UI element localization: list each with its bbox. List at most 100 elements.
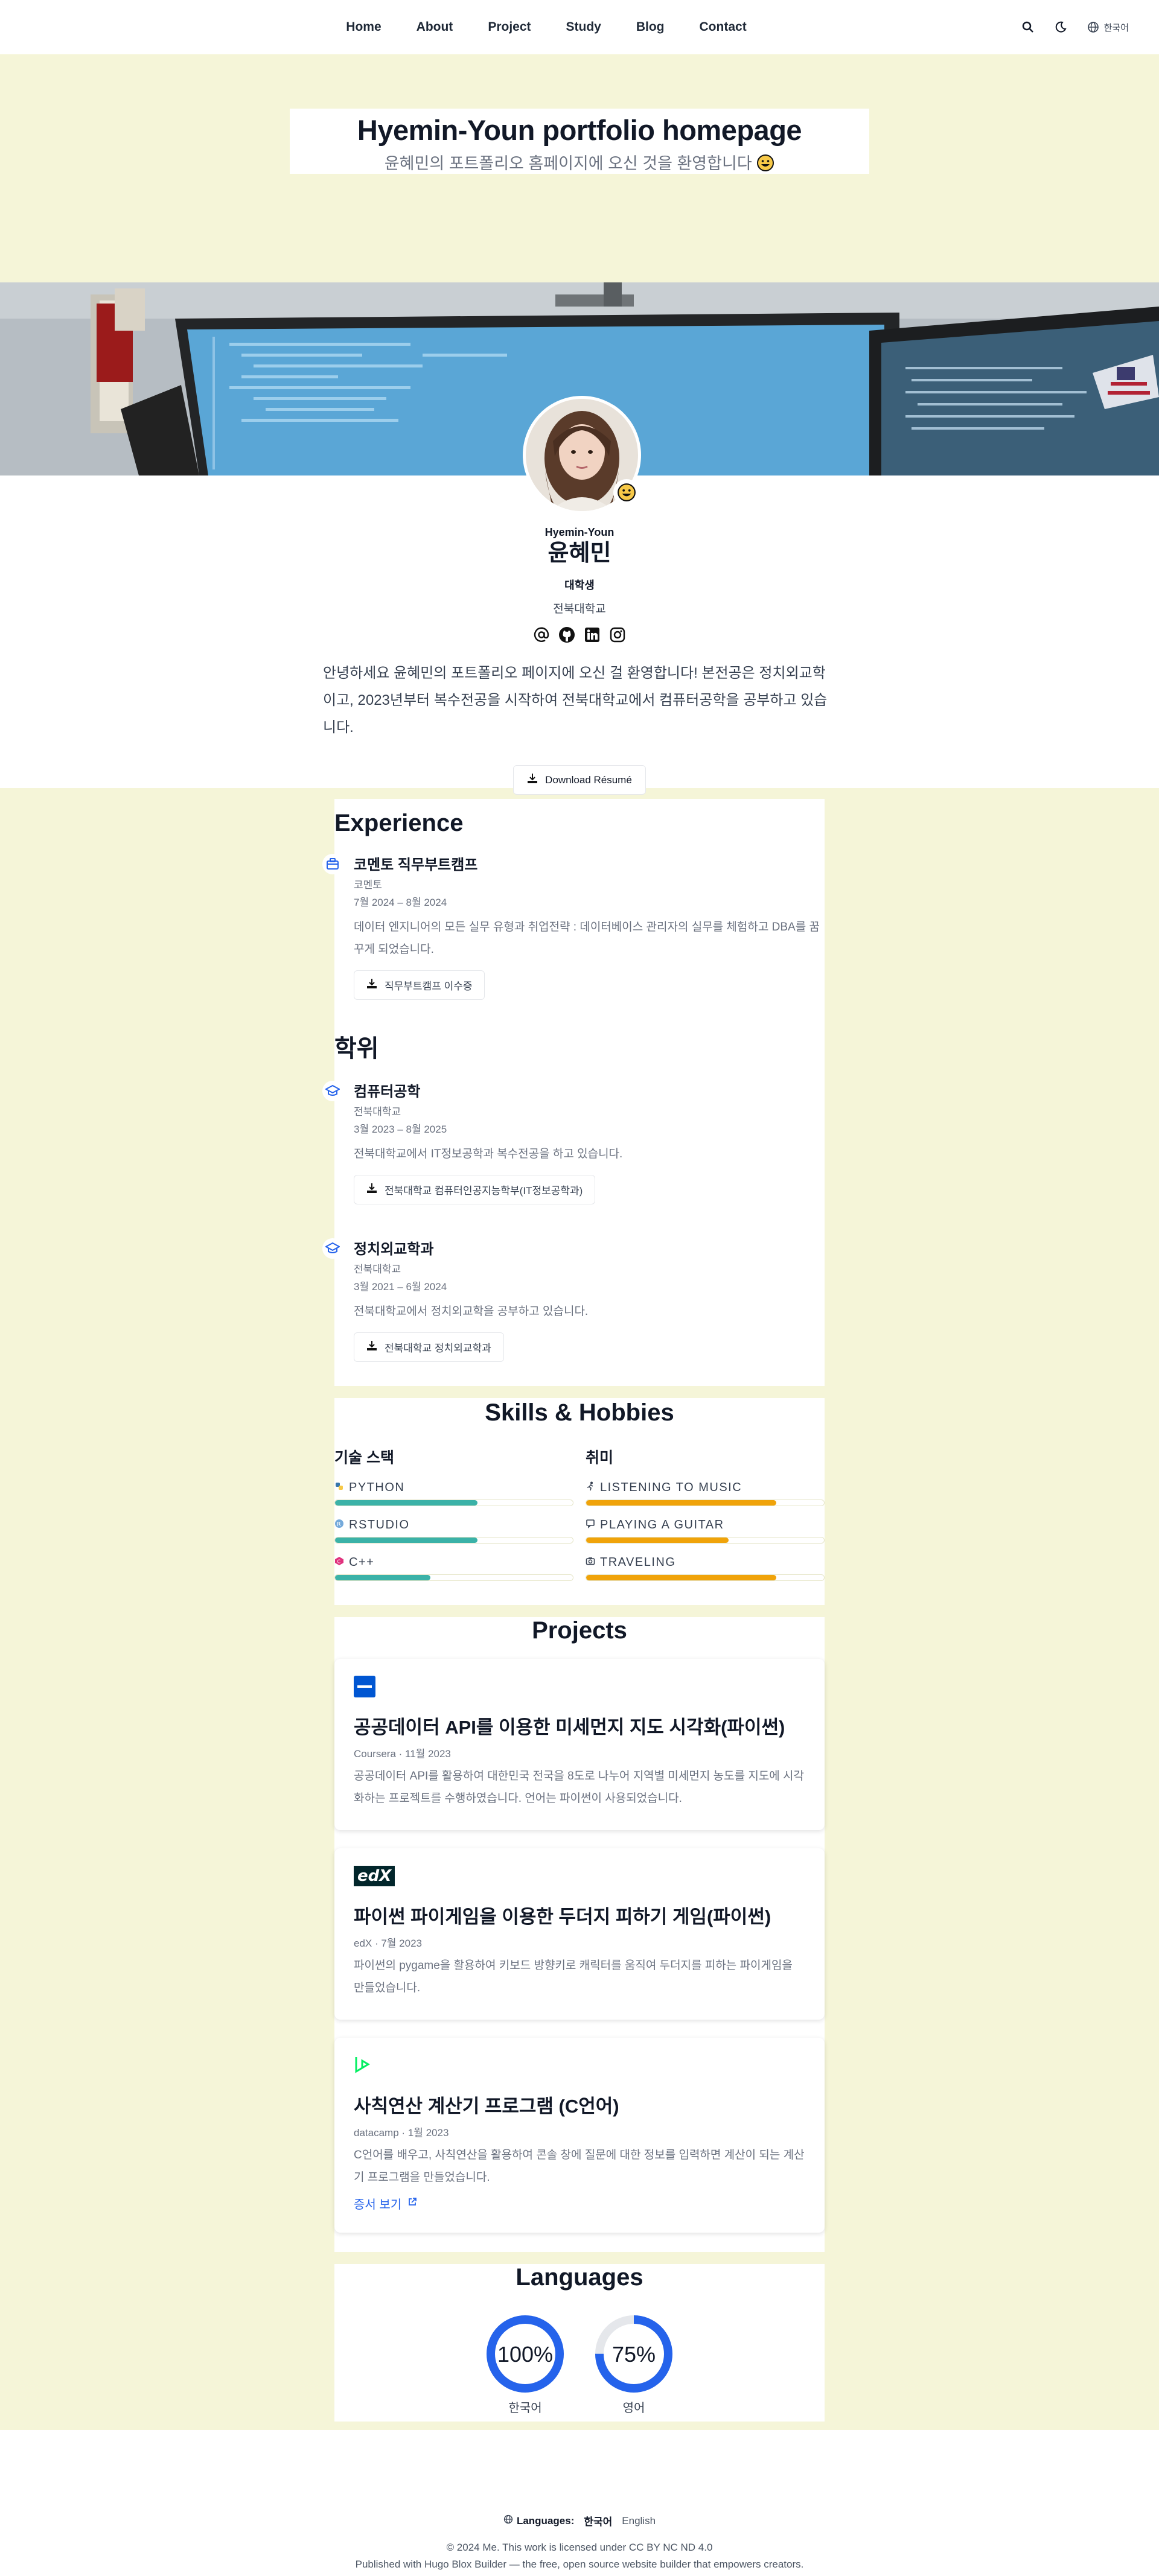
svg-text:C: C [337,1559,341,1565]
project-title: 공공데이터 API를 이용한 미세먼지 지도 시각화(파이썬) [354,1717,785,1738]
project-card[interactable]: edX 파이썬 파이게임을 이용한 두더지 피하기 게임(파이썬) edX · … [334,1848,825,2020]
datacamp-logo-icon [354,2055,805,2076]
projects-section: Projects 공공데이터 API를 이용한 미세먼지 지도 시각화(파이썬)… [334,1617,825,2252]
education-item: 정치외교학과 전북대학교 3월 2021 – 6월 2024 전북대학교에서 정… [322,1237,825,1362]
project-card[interactable]: 사칙연산 계산기 프로그램 (C언어) datacamp · 1월 2023 C… [334,2038,825,2233]
edx-logo-text: edX [354,1866,395,1886]
experience-title: 코멘토 직무부트캠프 [354,857,478,873]
language-switcher[interactable]: 한국어 [1087,21,1129,34]
download-resume-button[interactable]: Download Résumé [513,765,646,795]
project-meta: datacamp · 1월 2023 [354,2127,449,2139]
globe-icon [503,2514,513,2527]
skill-level-bar [335,1500,478,1506]
message-icon [586,1518,595,1532]
education-title: 컴퓨터공학 [354,1084,421,1100]
project-desc: 공공데이터 API를 활용하여 대한민국 전국을 8도로 나누어 지역별 미세먼… [354,1770,805,1805]
hobby-label: Playing a Guitar [600,1518,724,1531]
profile-bio: 안녕하세요 윤혜민의 포트폴리오 페이지에 오신 걸 환영합니다! 본전공은 정… [323,665,828,736]
education-org: 전북대학교 [354,1264,401,1275]
languages-heading: Languages [516,2264,643,2291]
smiley-emoji-icon [756,154,774,172]
language-ring-english: 75% 영어 [594,2314,674,2415]
hobby-level-bar [586,1538,729,1543]
education-org: 전북대학교 [354,1106,401,1118]
project-title: 파이썬 파이게임을 이용한 두더지 피하기 게임(파이썬) [354,1906,771,1927]
education-heading: 학위 [334,1035,379,1062]
experience-heading: Experience [334,810,464,836]
hobby-traveling: Traveling [586,1556,825,1581]
moon-icon[interactable] [1055,21,1067,33]
language-percent: 75% [612,2342,656,2367]
at-icon[interactable] [532,626,551,644]
experience-date: 7월 2024 – 8월 2024 [354,897,447,908]
education-link-button[interactable]: 전북대학교 정치외교학과 [354,1332,504,1362]
nav-contact[interactable]: Contact [682,20,764,34]
nav-home[interactable]: Home [328,20,398,34]
view-certificate-link[interactable]: 증서 보기 [354,2195,417,2212]
nav-links: Home About Project Study Blog Contact [328,20,764,34]
project-card[interactable]: 공공데이터 API를 이용한 미세먼지 지도 시각화(파이썬) Coursera… [334,1659,825,1830]
skill-label: C++ [349,1556,375,1569]
project-meta: edX · 7월 2023 [354,1938,422,1949]
language-label: 한국어 [1103,22,1129,33]
hobby-label: Traveling [600,1556,676,1569]
download-resume-label: Download Résumé [545,774,632,786]
profile-section: Hyemin-Youn 윤혜민 대학생 전북대학교 안녕하세요 윤혜민의 포트폴… [0,396,1159,795]
search-icon[interactable] [1022,21,1034,33]
footer-language-selector: Languages: 한국어 English [0,2430,1159,2528]
footer-lang-current[interactable]: 한국어 [584,2513,612,2528]
footer-published: Published with Hugo Blox Builder — the f… [355,2559,804,2570]
education-date: 3월 2021 – 6월 2024 [354,1281,447,1293]
graduation-cap-icon [322,1238,343,1259]
camera-icon [586,1556,595,1569]
person-running-icon [586,1481,595,1495]
social-links [0,626,1159,644]
avatar [523,396,641,514]
external-link-icon [407,2196,417,2210]
briefcase-icon [322,854,343,874]
python-icon [334,1481,344,1495]
linkedin-icon[interactable] [583,626,601,644]
footer-lang-english[interactable]: English [622,2515,656,2527]
nav-about[interactable]: About [399,20,471,34]
hobbies-column: 취미 Listening to Music Playing a Guitar T… [586,1446,825,1593]
nav-project[interactable]: Project [470,20,548,34]
rstudio-icon: R [334,1518,344,1532]
status-emoji-badge [613,479,640,506]
top-nav: Home About Project Study Blog Contact 한국… [0,0,1159,54]
tech-stack-column: 기술 스택 Python R RStudio C C++ [334,1446,573,1593]
nav-blog[interactable]: Blog [619,20,682,34]
hobby-guitar: Playing a Guitar [586,1518,825,1544]
experience-item: 코멘토 직무부트캠프 코멘토 7월 2024 – 8월 2024 데이터 엔지니… [322,853,825,1000]
skill-level-bar [335,1538,478,1543]
project-desc: C언어를 배우고, 사칙연산을 활용하여 콘솔 창에 질문에 대한 정보를 입력… [354,2149,805,2184]
download-icon [527,773,538,787]
languages-section: Languages 100% 한국어 75% 영어 [334,2264,825,2422]
certificate-button[interactable]: 직무부트캠프 이수증 [354,970,485,1000]
nav-study[interactable]: Study [549,20,619,34]
view-certificate-label: 증서 보기 [354,2198,402,2212]
language-name: 한국어 [508,2402,542,2415]
instagram-icon[interactable] [608,626,627,644]
experience-section: Experience 코멘토 직무부트캠프 코멘토 7월 2024 – 8월 2… [322,799,825,1386]
tech-stack-heading: 기술 스택 [334,1449,394,1466]
skill-python: Python [334,1481,573,1506]
hero-section: Hyemin-Youn portfolio homepage 윤혜민의 포트폴리… [0,54,1159,282]
education-desc: 전북대학교에서 정치외교학을 공부하고 있습니다. [354,1305,589,1318]
hero-subtitle-text: 윤혜민의 포트폴리오 홈페이지에 오신 것을 환영합니다 [384,154,752,173]
language-percent: 100% [497,2342,553,2367]
footer-languages-label: Languages: [516,2514,575,2527]
hobby-music: Listening to Music [586,1481,825,1506]
hero-title: Hyemin-Youn portfolio homepage [357,114,802,146]
skill-level-bar [335,1575,430,1580]
hobby-label: Listening to Music [600,1481,742,1494]
language-ring-korean: 100% 한국어 [485,2314,565,2415]
github-icon[interactable] [558,626,576,644]
profile-school: 전북대학교 [553,603,606,615]
footer-copyright: © 2024 Me. This work is licensed under C… [446,2542,713,2553]
education-title: 정치외교학과 [354,1241,434,1258]
education-link-button[interactable]: 전북대학교 컴퓨터인공지능학부(IT정보공학과) [354,1175,596,1204]
experience-org: 코멘토 [354,879,382,891]
hero-subtitle: 윤혜민의 포트폴리오 홈페이지에 오신 것을 환영합니다 [290,150,869,174]
education-item: 컴퓨터공학 전북대학교 3월 2023 – 8월 2025 전북대학교에서 IT… [322,1080,825,1204]
